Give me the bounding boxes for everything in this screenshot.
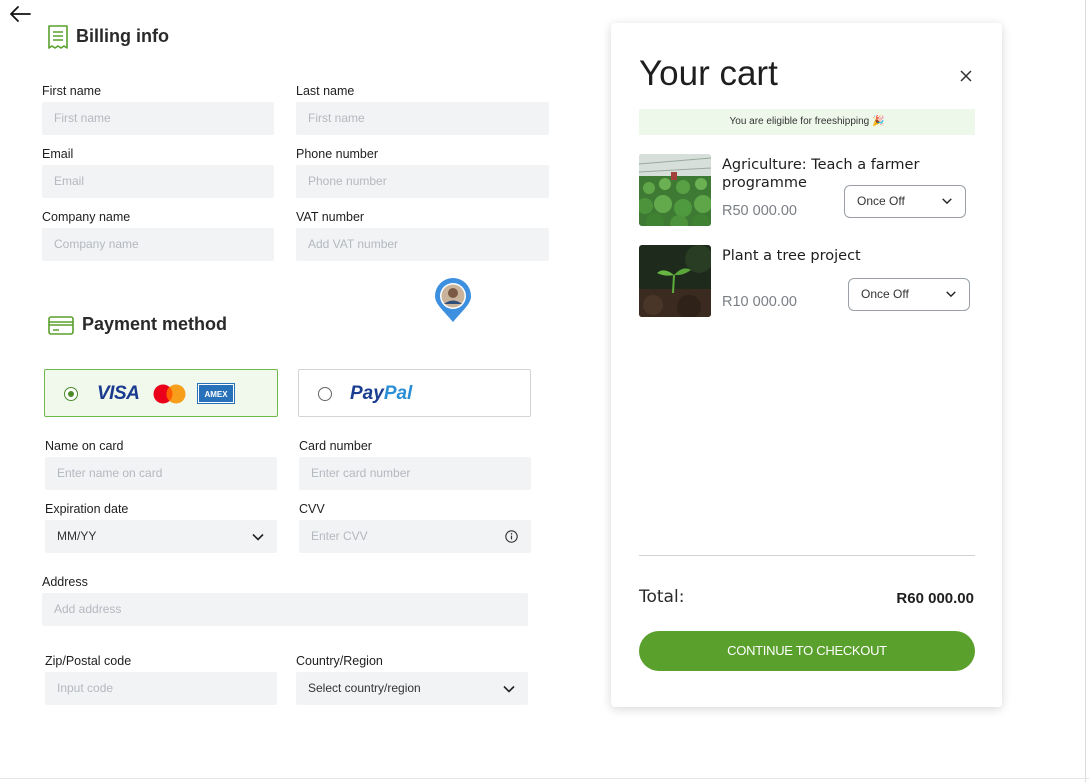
company-label: Company name bbox=[42, 210, 131, 224]
email-input[interactable]: Email bbox=[42, 165, 274, 198]
address-label: Address bbox=[42, 575, 88, 589]
cvv-label: CVV bbox=[299, 502, 325, 516]
company-input[interactable]: Company name bbox=[42, 228, 274, 261]
item-frequency-value: Once Off bbox=[861, 287, 909, 301]
item-frequency-select[interactable]: Once Off bbox=[844, 185, 966, 218]
close-icon[interactable] bbox=[959, 69, 973, 83]
card-radio[interactable] bbox=[64, 387, 78, 401]
billing-title: Billing info bbox=[76, 26, 169, 46]
cvv-input[interactable]: Enter CVV bbox=[299, 520, 531, 553]
payment-title: Payment method bbox=[82, 314, 228, 334]
info-icon[interactable] bbox=[505, 530, 518, 543]
total-value: R60 000.00 bbox=[896, 590, 974, 607]
vat-input[interactable]: Add VAT number bbox=[296, 228, 549, 261]
chevron-down-icon bbox=[942, 198, 952, 205]
paypal-radio[interactable] bbox=[318, 387, 332, 401]
card-number-label: Card number bbox=[299, 439, 372, 453]
receipt-icon bbox=[48, 25, 68, 49]
paypal-logo: PayPal bbox=[350, 383, 412, 405]
credit-card-icon bbox=[48, 316, 74, 335]
expiration-label: Expiration date bbox=[45, 502, 129, 516]
first-name-input[interactable]: First name bbox=[42, 102, 274, 135]
last-name-label: Last name bbox=[296, 84, 355, 98]
paypal-payment-option[interactable]: PayPal bbox=[298, 369, 531, 417]
paypal-logo-pal: Pal bbox=[383, 383, 413, 404]
vat-label: VAT number bbox=[296, 210, 365, 224]
item-price: R10 000.00 bbox=[722, 294, 797, 310]
free-shipping-notice: You are eligible for freeshipping 🎉 bbox=[639, 109, 975, 135]
mastercard-logo bbox=[153, 384, 186, 404]
divider bbox=[639, 555, 975, 556]
country-label: Country/Region bbox=[296, 654, 383, 668]
country-value: Select country/region bbox=[308, 681, 421, 695]
zip-label: Zip/Postal code bbox=[45, 654, 132, 668]
continue-to-checkout-button[interactable]: CONTINUE TO CHECKOUT bbox=[639, 631, 975, 671]
amex-logo: AMEX bbox=[197, 383, 235, 404]
map-pin-avatar-icon bbox=[435, 278, 471, 322]
expiration-select[interactable]: MM/YY bbox=[45, 520, 277, 553]
phone-label: Phone number bbox=[296, 147, 379, 161]
first-name-label: First name bbox=[42, 84, 102, 98]
bottom-border bbox=[0, 778, 1089, 779]
item-thumbnail-tree bbox=[639, 245, 711, 317]
item-frequency-value: Once Off bbox=[857, 194, 905, 208]
item-name: Plant a tree project bbox=[722, 248, 861, 264]
card-payment-option[interactable]: VISA AMEX bbox=[44, 369, 278, 417]
name-on-card-label: Name on card bbox=[45, 439, 124, 453]
item-thumbnail-agriculture bbox=[639, 154, 711, 226]
back-arrow-icon[interactable] bbox=[8, 5, 32, 23]
cvv-placeholder: Enter CVV bbox=[311, 529, 368, 543]
chevron-down-icon bbox=[503, 685, 515, 693]
card-number-input[interactable]: Enter card number bbox=[299, 457, 531, 490]
total-label: Total: bbox=[639, 587, 685, 607]
country-select[interactable]: Select country/region bbox=[296, 672, 528, 705]
chevron-down-icon bbox=[252, 533, 264, 541]
visa-logo: VISA bbox=[97, 383, 140, 404]
address-input[interactable]: Add address bbox=[42, 593, 528, 626]
zip-input[interactable]: Input code bbox=[45, 672, 277, 705]
phone-input[interactable]: Phone number bbox=[296, 165, 549, 198]
item-frequency-select[interactable]: Once Off bbox=[848, 278, 970, 311]
cart-title: Your cart bbox=[639, 54, 778, 93]
name-on-card-input[interactable]: Enter name on card bbox=[45, 457, 277, 490]
chevron-down-icon bbox=[946, 291, 956, 298]
last-name-input[interactable]: First name bbox=[296, 102, 549, 135]
right-border bbox=[1085, 0, 1086, 782]
cart-panel: Your cart You are eligible for freeshipp… bbox=[611, 23, 1002, 707]
email-label: Email bbox=[42, 147, 74, 161]
expiration-value: MM/YY bbox=[57, 529, 97, 543]
item-price: R50 000.00 bbox=[722, 203, 797, 219]
paypal-logo-pay: Pay bbox=[350, 383, 384, 404]
